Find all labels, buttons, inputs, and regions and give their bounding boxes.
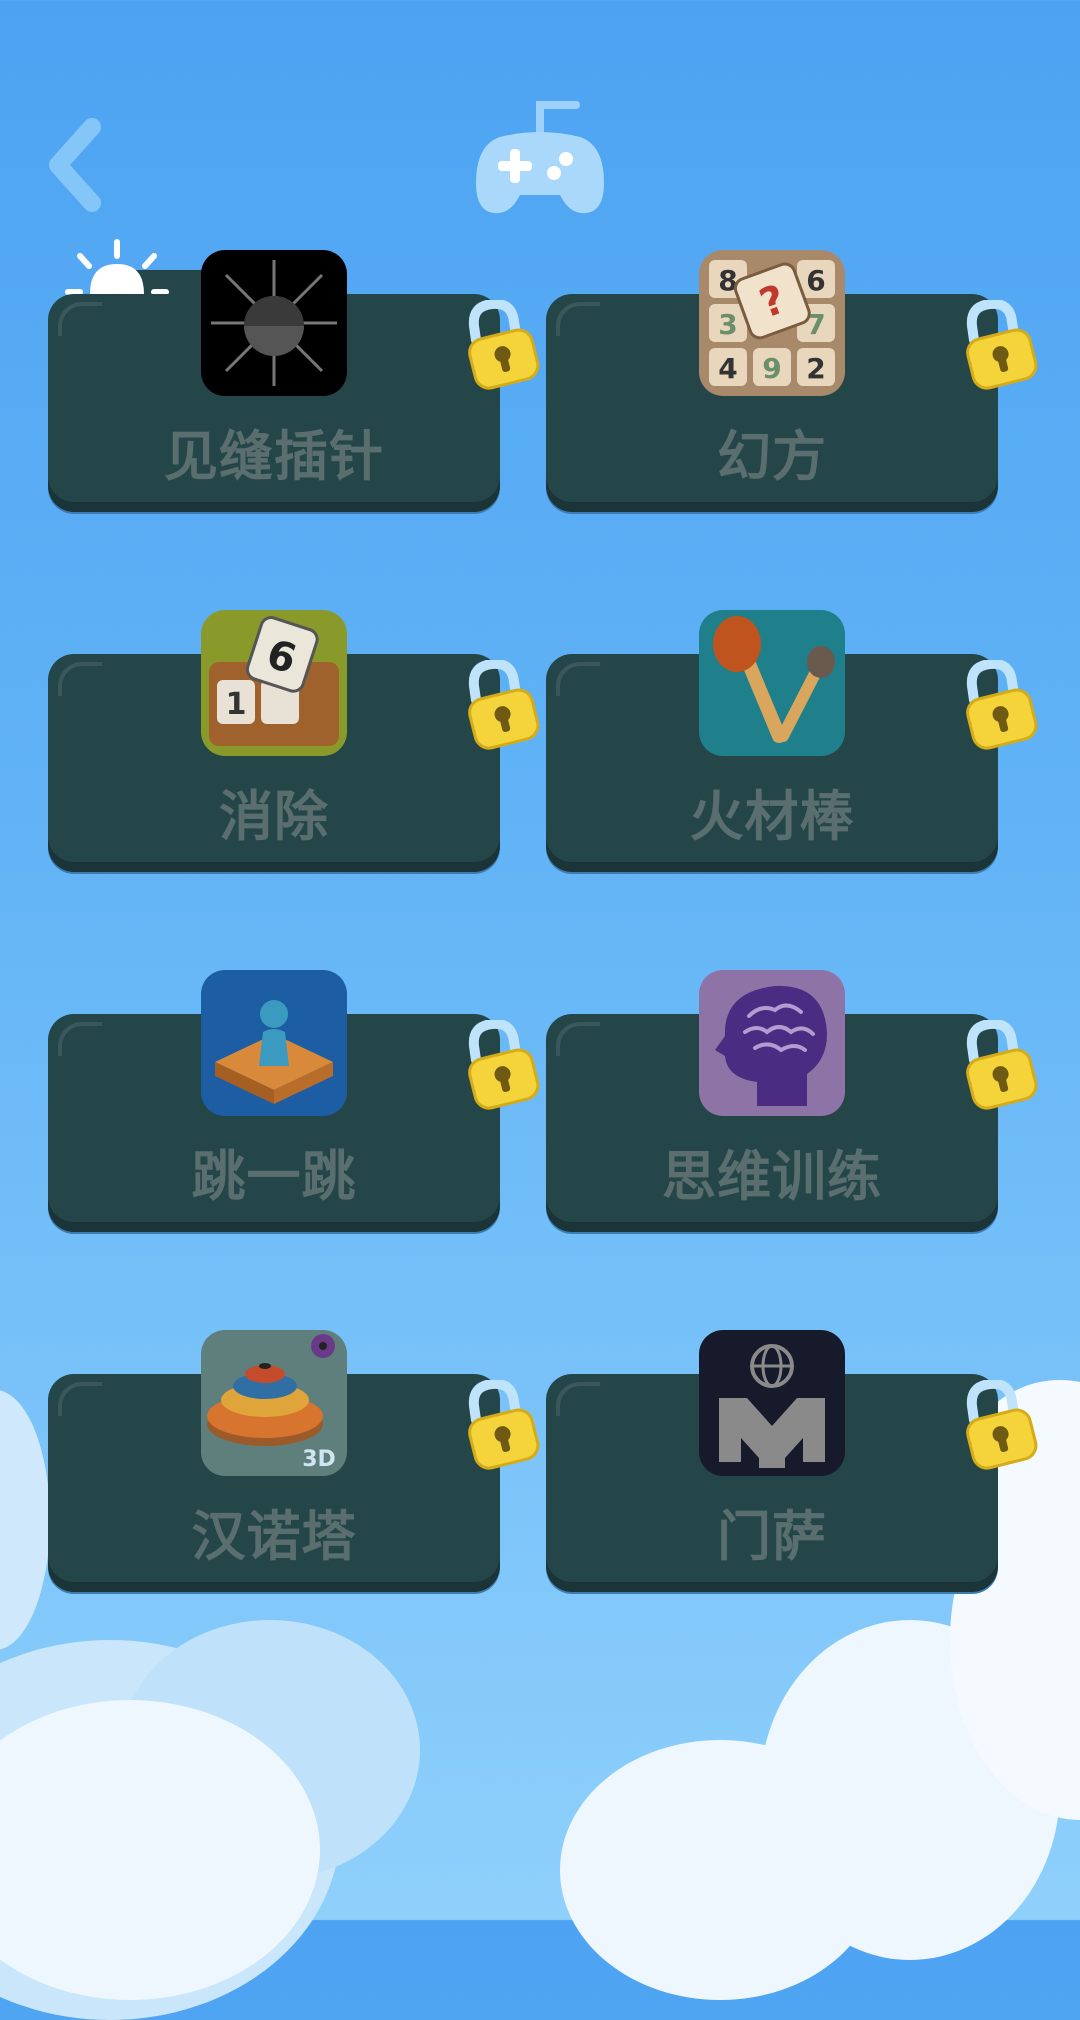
game-card[interactable]: 门萨: [546, 1330, 998, 1594]
padlock-icon: [958, 298, 1042, 390]
padlock-icon: [460, 658, 544, 750]
svg-text:3D: 3D: [302, 1447, 336, 1472]
game-card[interactable]: 跳一跳: [48, 970, 500, 1234]
game-card[interactable]: 火材棒: [546, 610, 998, 874]
game-card-label: 消除: [219, 785, 329, 848]
game-card[interactable]: 8 6 3 7 4 9 2 ? 幻方: [546, 250, 998, 514]
game-card-label: 汉诺塔: [191, 1505, 357, 1568]
game-card-label: 火材棒: [689, 785, 855, 848]
number-blocks-icon: 1 6: [201, 610, 347, 756]
gamepad-icon: [470, 95, 610, 220]
magic-square-icon: 8 6 3 7 4 9 2 ?: [699, 250, 845, 396]
padlock-icon: [958, 1378, 1042, 1470]
padlock-icon: [958, 658, 1042, 750]
mensa-logo-icon: [699, 1330, 845, 1476]
padlock-icon: [460, 298, 544, 390]
game-card-label: 幻方: [717, 425, 827, 488]
svg-text:1: 1: [226, 687, 247, 722]
game-card-label: 思维训练: [662, 1145, 882, 1208]
matchsticks-icon: [699, 610, 845, 756]
hanoi-tower-icon: 3D: [201, 1330, 347, 1476]
game-card-label: 见缝插针: [164, 425, 384, 488]
jump-piece-icon: [201, 970, 347, 1116]
game-card[interactable]: 思维训练: [546, 970, 998, 1234]
game-card[interactable]: 见缝插针: [48, 250, 500, 514]
game-card[interactable]: 3D 汉诺塔: [48, 1330, 500, 1594]
svg-text:3: 3: [718, 308, 737, 341]
padlock-icon: [460, 1378, 544, 1470]
padlock-icon: [460, 1018, 544, 1110]
svg-text:4: 4: [718, 352, 737, 385]
chevron-left-icon: [49, 118, 101, 212]
padlock-icon: [958, 1018, 1042, 1110]
game-card-label: 门萨: [717, 1505, 827, 1568]
game-card[interactable]: 1 6 消除: [48, 610, 500, 874]
svg-text:6: 6: [806, 264, 825, 297]
brain-head-icon: [699, 970, 845, 1116]
pins-wheel-icon: [201, 250, 347, 396]
back-button[interactable]: [40, 115, 120, 215]
svg-text:2: 2: [806, 352, 825, 385]
game-card-label: 跳一跳: [191, 1145, 357, 1208]
svg-text:9: 9: [762, 352, 781, 385]
